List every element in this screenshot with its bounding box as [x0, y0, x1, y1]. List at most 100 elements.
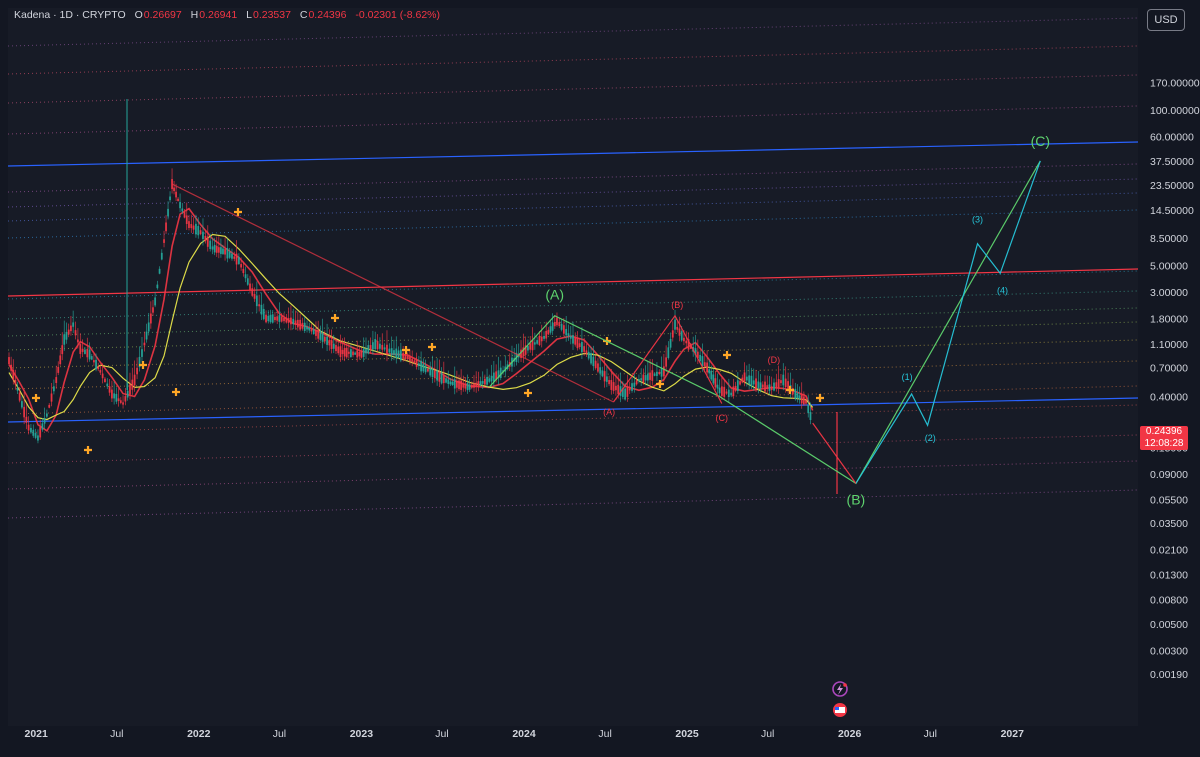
price-candle — [365, 348, 367, 354]
price-candle — [718, 387, 721, 394]
price-candle — [65, 331, 68, 340]
price-candle — [262, 308, 265, 320]
price-candle — [601, 370, 604, 377]
high-value: 0.26941 — [199, 9, 238, 21]
price-candle — [585, 350, 588, 354]
price-candle — [111, 389, 113, 399]
price-chart[interactable]: (A) (B) (C) (A) (B) (C) (D) (1) (2) (3) (4) 170.00… — [0, 0, 1200, 757]
price-candle — [177, 198, 179, 201]
price-candle — [572, 335, 574, 344]
price-candle — [332, 343, 335, 349]
price-candle — [578, 343, 581, 348]
price-candle — [173, 187, 175, 192]
price-candle — [10, 364, 13, 371]
price-candle — [699, 354, 702, 362]
price-candle — [610, 380, 613, 390]
price-candle — [74, 330, 77, 336]
y-tick-label: 5.00000 — [1150, 260, 1188, 272]
price-candle — [21, 401, 23, 408]
price-candle — [119, 400, 122, 403]
price-candle — [310, 329, 313, 332]
moving-averages — [8, 207, 814, 433]
price-candle — [569, 336, 572, 339]
price-candle — [560, 323, 563, 330]
price-candle — [129, 384, 131, 395]
price-candle — [436, 370, 439, 381]
price-candle — [278, 315, 281, 322]
price-candle — [253, 294, 256, 299]
chart-panel: (A) (B) (C) (A) (B) (C) (D) (1) (2) (3) (4) 170.00… — [0, 0, 1200, 757]
currency-button[interactable]: USD — [1147, 9, 1185, 31]
cyan-wave-label: (2) — [925, 433, 936, 443]
price-candle — [154, 297, 157, 306]
price-candle — [453, 379, 456, 389]
y-tick-label: 8.50000 — [1150, 233, 1188, 245]
price-candle — [39, 427, 42, 438]
price-candle — [371, 342, 374, 350]
price-candle — [160, 252, 163, 260]
price-candle — [163, 239, 165, 243]
price-candle — [644, 375, 647, 381]
price-candle — [63, 334, 66, 345]
fib-level-line — [7, 460, 1139, 490]
price-candle — [468, 384, 471, 390]
price-candle — [14, 379, 17, 385]
signal-marker — [172, 388, 180, 396]
price-candle — [16, 388, 19, 391]
price-candle — [106, 383, 109, 387]
ema-short-line — [8, 207, 814, 433]
price-candle — [633, 382, 636, 387]
price-candle — [420, 360, 422, 372]
price-candle — [25, 416, 28, 423]
price-candle — [805, 400, 807, 404]
price-candle — [211, 246, 214, 250]
price-candle — [393, 350, 395, 355]
price-candle — [734, 385, 737, 391]
x-tick-label: 2023 — [350, 728, 374, 740]
last-price-value: 0.24396 — [1145, 426, 1183, 437]
price-candle — [315, 329, 317, 336]
price-candle — [406, 355, 409, 360]
price-candle — [235, 253, 238, 265]
symbol-title[interactable]: Kadena · 1D · CRYPTO — [14, 9, 126, 21]
cyan-wave-label: (3) — [972, 214, 983, 224]
price-candle — [317, 329, 320, 339]
price-candle — [422, 363, 425, 372]
price-candle — [638, 378, 640, 382]
price-candle — [710, 370, 713, 380]
price-candle — [308, 327, 311, 331]
fib-level-line — [7, 17, 1139, 47]
price-candle — [220, 247, 222, 254]
wave-labels: (A) (B) (C) (A) (B) (C) (D) (1) (2) (3) (4) — [545, 133, 1050, 508]
price-candle — [249, 283, 251, 290]
price-candle — [660, 367, 663, 377]
price-candle — [651, 370, 654, 381]
price-candle — [615, 385, 617, 391]
price-candle — [462, 383, 465, 388]
price-candle — [802, 396, 805, 405]
price-candle — [404, 353, 407, 360]
price-candle — [635, 380, 638, 385]
y-tick-label: 0.03500 — [1150, 518, 1188, 530]
price-candle — [271, 314, 274, 323]
price-candle — [433, 370, 436, 379]
price-candle — [67, 329, 70, 335]
price-candle — [255, 295, 258, 307]
price-candle — [800, 394, 803, 404]
price-candle — [397, 350, 400, 358]
price-candle — [124, 396, 127, 402]
price-candle — [536, 340, 539, 344]
price-candle — [131, 379, 134, 390]
y-tick-label: 0.01300 — [1150, 569, 1188, 581]
price-candle — [612, 382, 615, 391]
price-candle — [678, 328, 681, 336]
price-candle — [90, 356, 93, 360]
signal-marker — [32, 394, 40, 402]
price-candle — [703, 362, 706, 367]
price-candle — [287, 318, 290, 323]
price-candle — [624, 388, 627, 400]
price-candle — [8, 357, 10, 365]
price-candle — [72, 322, 75, 327]
price-candle — [685, 340, 688, 344]
price-candle — [379, 343, 381, 349]
